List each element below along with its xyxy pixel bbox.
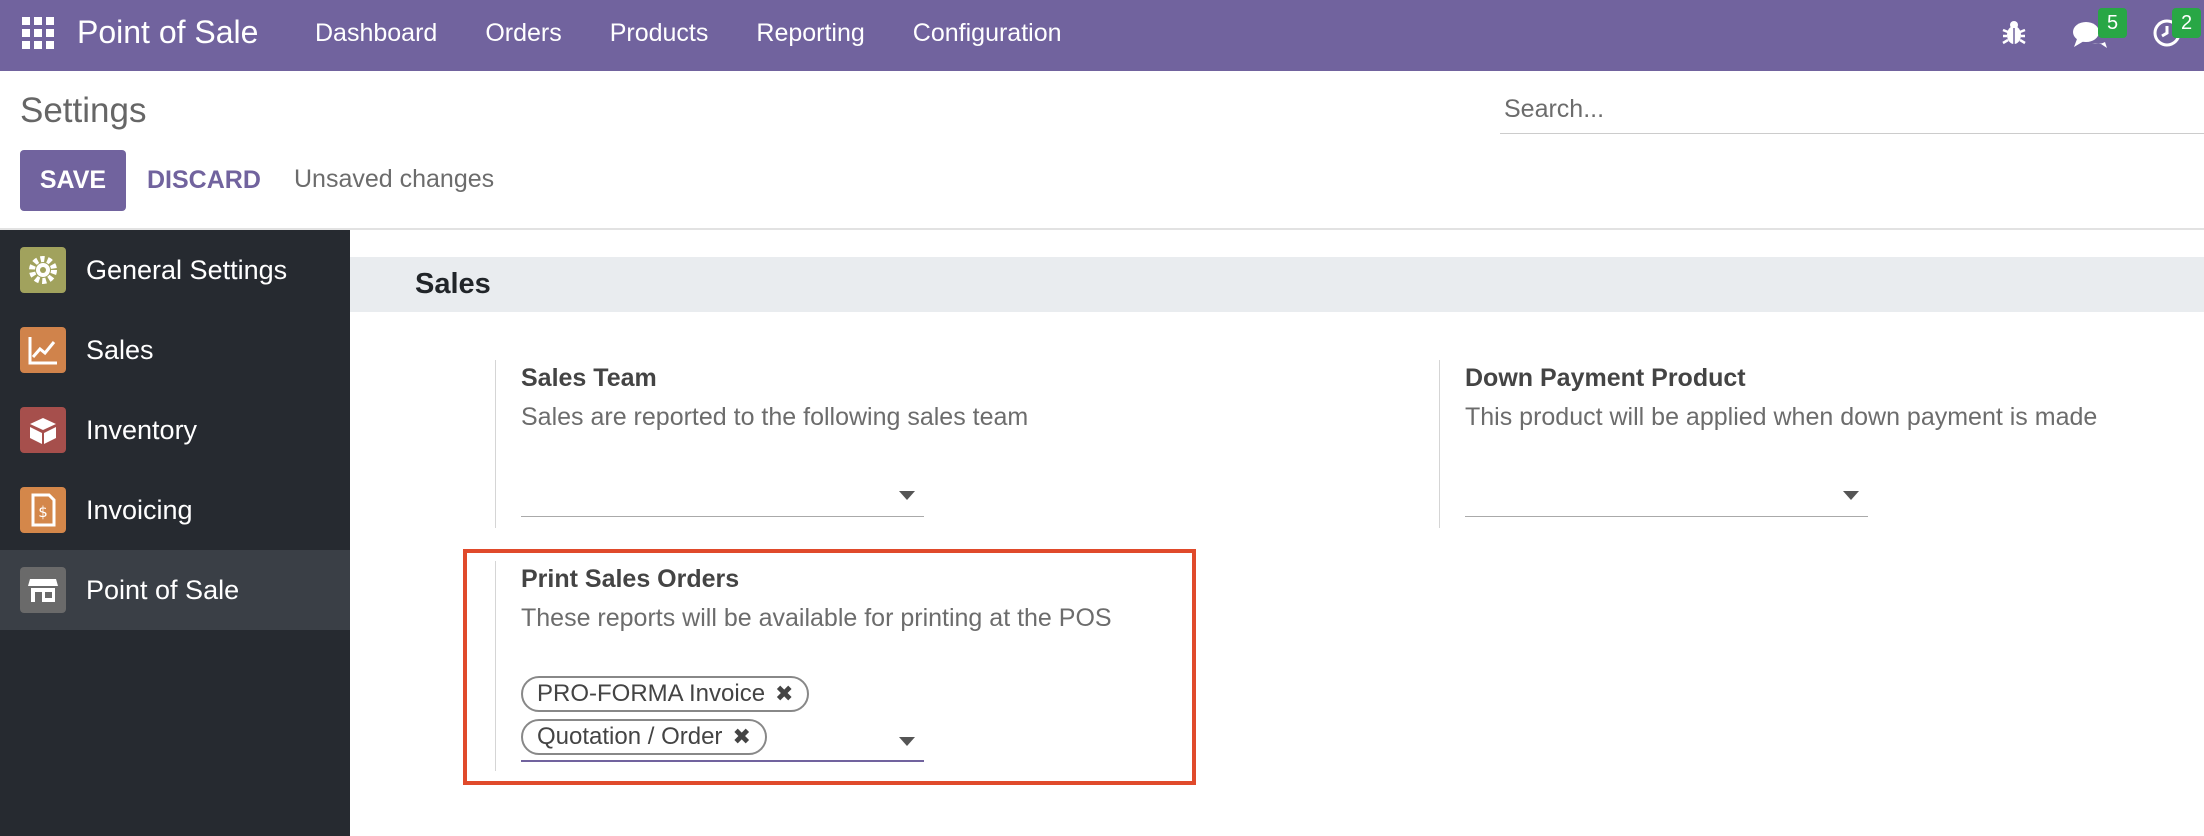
save-button[interactable]: SAVE (20, 150, 126, 211)
sidebar-item-label: Sales (86, 334, 154, 365)
messages-icon[interactable]: 5 (2072, 8, 2128, 55)
section-title: Sales (415, 268, 491, 300)
sales-team-description: Sales are reported to the following sale… (521, 403, 1029, 431)
apps-menu-icon[interactable] (22, 17, 54, 49)
print-sales-orders-description: These reports will be available for prin… (521, 604, 1112, 632)
messages-count-badge: 5 (2098, 8, 2128, 38)
store-icon (20, 567, 66, 613)
print-sales-orders-title: Print Sales Orders (521, 565, 740, 593)
report-tag: PRO-FORMA Invoice ✖ (521, 676, 810, 712)
down-payment-select[interactable] (1465, 516, 1868, 517)
sales-team-title: Sales Team (521, 364, 657, 392)
sidebar-item-inventory[interactable]: Inventory (0, 390, 350, 470)
tag-label: PRO-FORMA Invoice (537, 680, 766, 707)
unsaved-changes-status: Unsaved changes (294, 165, 495, 193)
tag-label: Quotation / Order (537, 723, 723, 750)
print-sales-orders-select[interactable] (521, 760, 924, 762)
activities-clock-icon[interactable]: 2 (2152, 8, 2202, 53)
chevron-down-icon[interactable] (899, 491, 915, 500)
setting-separator (1439, 360, 1440, 528)
settings-sidebar: General Settings Sales Inventory $ Invoi… (0, 230, 350, 836)
menu-configuration[interactable]: Configuration (889, 0, 1086, 71)
down-payment-description: This product will be applied when down p… (1465, 403, 2098, 431)
main-menu: Dashboard Orders Products Reporting Conf… (315, 0, 1086, 71)
discard-button[interactable]: DISCARD (132, 150, 276, 211)
sidebar-item-label: Point of Sale (86, 574, 240, 605)
top-navbar: Point of Sale Dashboard Orders Products … (0, 0, 2204, 71)
section-header (350, 257, 2204, 312)
sidebar-item-label: Inventory (86, 414, 198, 445)
chevron-down-icon[interactable] (899, 737, 915, 746)
remove-tag-icon[interactable]: ✖ (775, 678, 793, 710)
gear-icon (20, 247, 66, 293)
page-title: Settings (20, 91, 147, 130)
chevron-down-icon[interactable] (1843, 491, 1859, 500)
chart-icon (20, 327, 66, 373)
menu-products[interactable]: Products (586, 0, 733, 71)
box-icon (20, 407, 66, 453)
menu-orders[interactable]: Orders (461, 0, 585, 71)
activities-count-badge: 2 (2172, 8, 2202, 38)
sidebar-item-general-settings[interactable]: General Settings (0, 230, 350, 310)
svg-text:$: $ (38, 503, 48, 521)
sidebar-item-sales[interactable]: Sales (0, 310, 350, 390)
menu-reporting[interactable]: Reporting (732, 0, 888, 71)
sidebar-item-invoicing[interactable]: $ Invoicing (0, 470, 350, 550)
sales-team-select[interactable] (521, 516, 924, 517)
setting-separator (495, 360, 496, 528)
debug-bug-icon[interactable] (2000, 18, 2028, 53)
menu-dashboard[interactable]: Dashboard (315, 0, 461, 71)
sidebar-item-point-of-sale[interactable]: Point of Sale (0, 550, 350, 630)
report-tag: Quotation / Order ✖ (521, 719, 767, 755)
invoice-icon: $ (20, 487, 66, 533)
sidebar-item-label: Invoicing (86, 494, 193, 525)
app-title[interactable]: Point of Sale (77, 14, 258, 51)
remove-tag-icon[interactable]: ✖ (732, 721, 750, 753)
systray: 5 2 (1984, 0, 2204, 71)
sidebar-item-label: General Settings (86, 254, 288, 285)
down-payment-title: Down Payment Product (1465, 364, 1746, 392)
setting-separator (495, 561, 496, 771)
search-input[interactable] (1500, 86, 2204, 134)
